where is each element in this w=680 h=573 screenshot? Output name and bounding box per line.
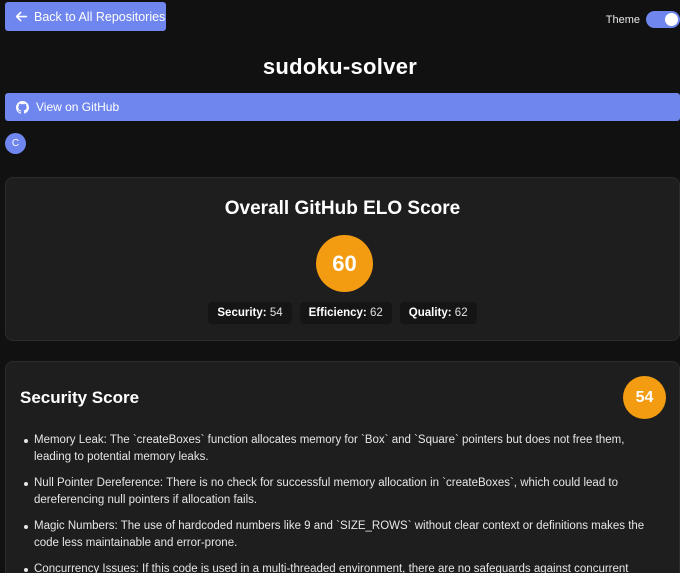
list-item: Memory Leak: The `createBoxes` function … [24, 432, 664, 466]
metric-label: Efficiency: [308, 307, 367, 319]
metric-value: 62 [369, 307, 383, 319]
view-on-github-label: View on GitHub [36, 100, 120, 114]
overall-score-badge: 60 [316, 235, 373, 292]
metric-label: Quality: [408, 307, 452, 319]
repository-detail-page: Back to All Repositories Theme sudoku-so… [0, 0, 680, 573]
back-to-repositories-button[interactable]: Back to All Repositories [5, 2, 166, 31]
list-item: Magic Numbers: The use of hardcoded numb… [24, 518, 664, 552]
efficiency-metric: Efficiency: 62 [299, 302, 392, 324]
theme-toggle[interactable] [646, 11, 680, 28]
security-metric: Security: 54 [208, 302, 292, 324]
metric-label: Security: [217, 307, 267, 319]
security-card-title: Security Score [20, 388, 140, 407]
quality-metric: Quality: 62 [399, 302, 477, 324]
back-button-label: Back to All Repositories [34, 9, 166, 24]
security-score-badge: 54 [623, 376, 666, 419]
theme-toggle-knob [665, 13, 678, 26]
theme-control: Theme [606, 11, 680, 28]
metric-value: 54 [269, 307, 283, 319]
security-issues-list: Memory Leak: The `createBoxes` function … [24, 432, 664, 573]
list-item: Concurrency Issues: If this code is used… [24, 561, 664, 573]
score-breakdown: Security: 54 Efficiency: 62 Quality: 62 [6, 302, 679, 324]
arrow-left-icon [15, 11, 28, 22]
elo-card-title: Overall GitHub ELO Score [224, 198, 461, 219]
github-icon [16, 100, 29, 114]
view-on-github-button[interactable]: View on GitHub [5, 93, 680, 121]
page-title: sudoku-solver [262, 54, 418, 79]
list-item: Null Pointer Dereference: There is no ch… [24, 475, 664, 509]
metric-value: 62 [454, 307, 468, 319]
overall-elo-card: Overall GitHub ELO Score 60 Security: 54… [5, 177, 680, 341]
security-score-card: Security Score 54 Memory Leak: The `crea… [5, 361, 680, 573]
theme-label: Theme [605, 13, 640, 26]
language-badge: C [5, 133, 26, 154]
